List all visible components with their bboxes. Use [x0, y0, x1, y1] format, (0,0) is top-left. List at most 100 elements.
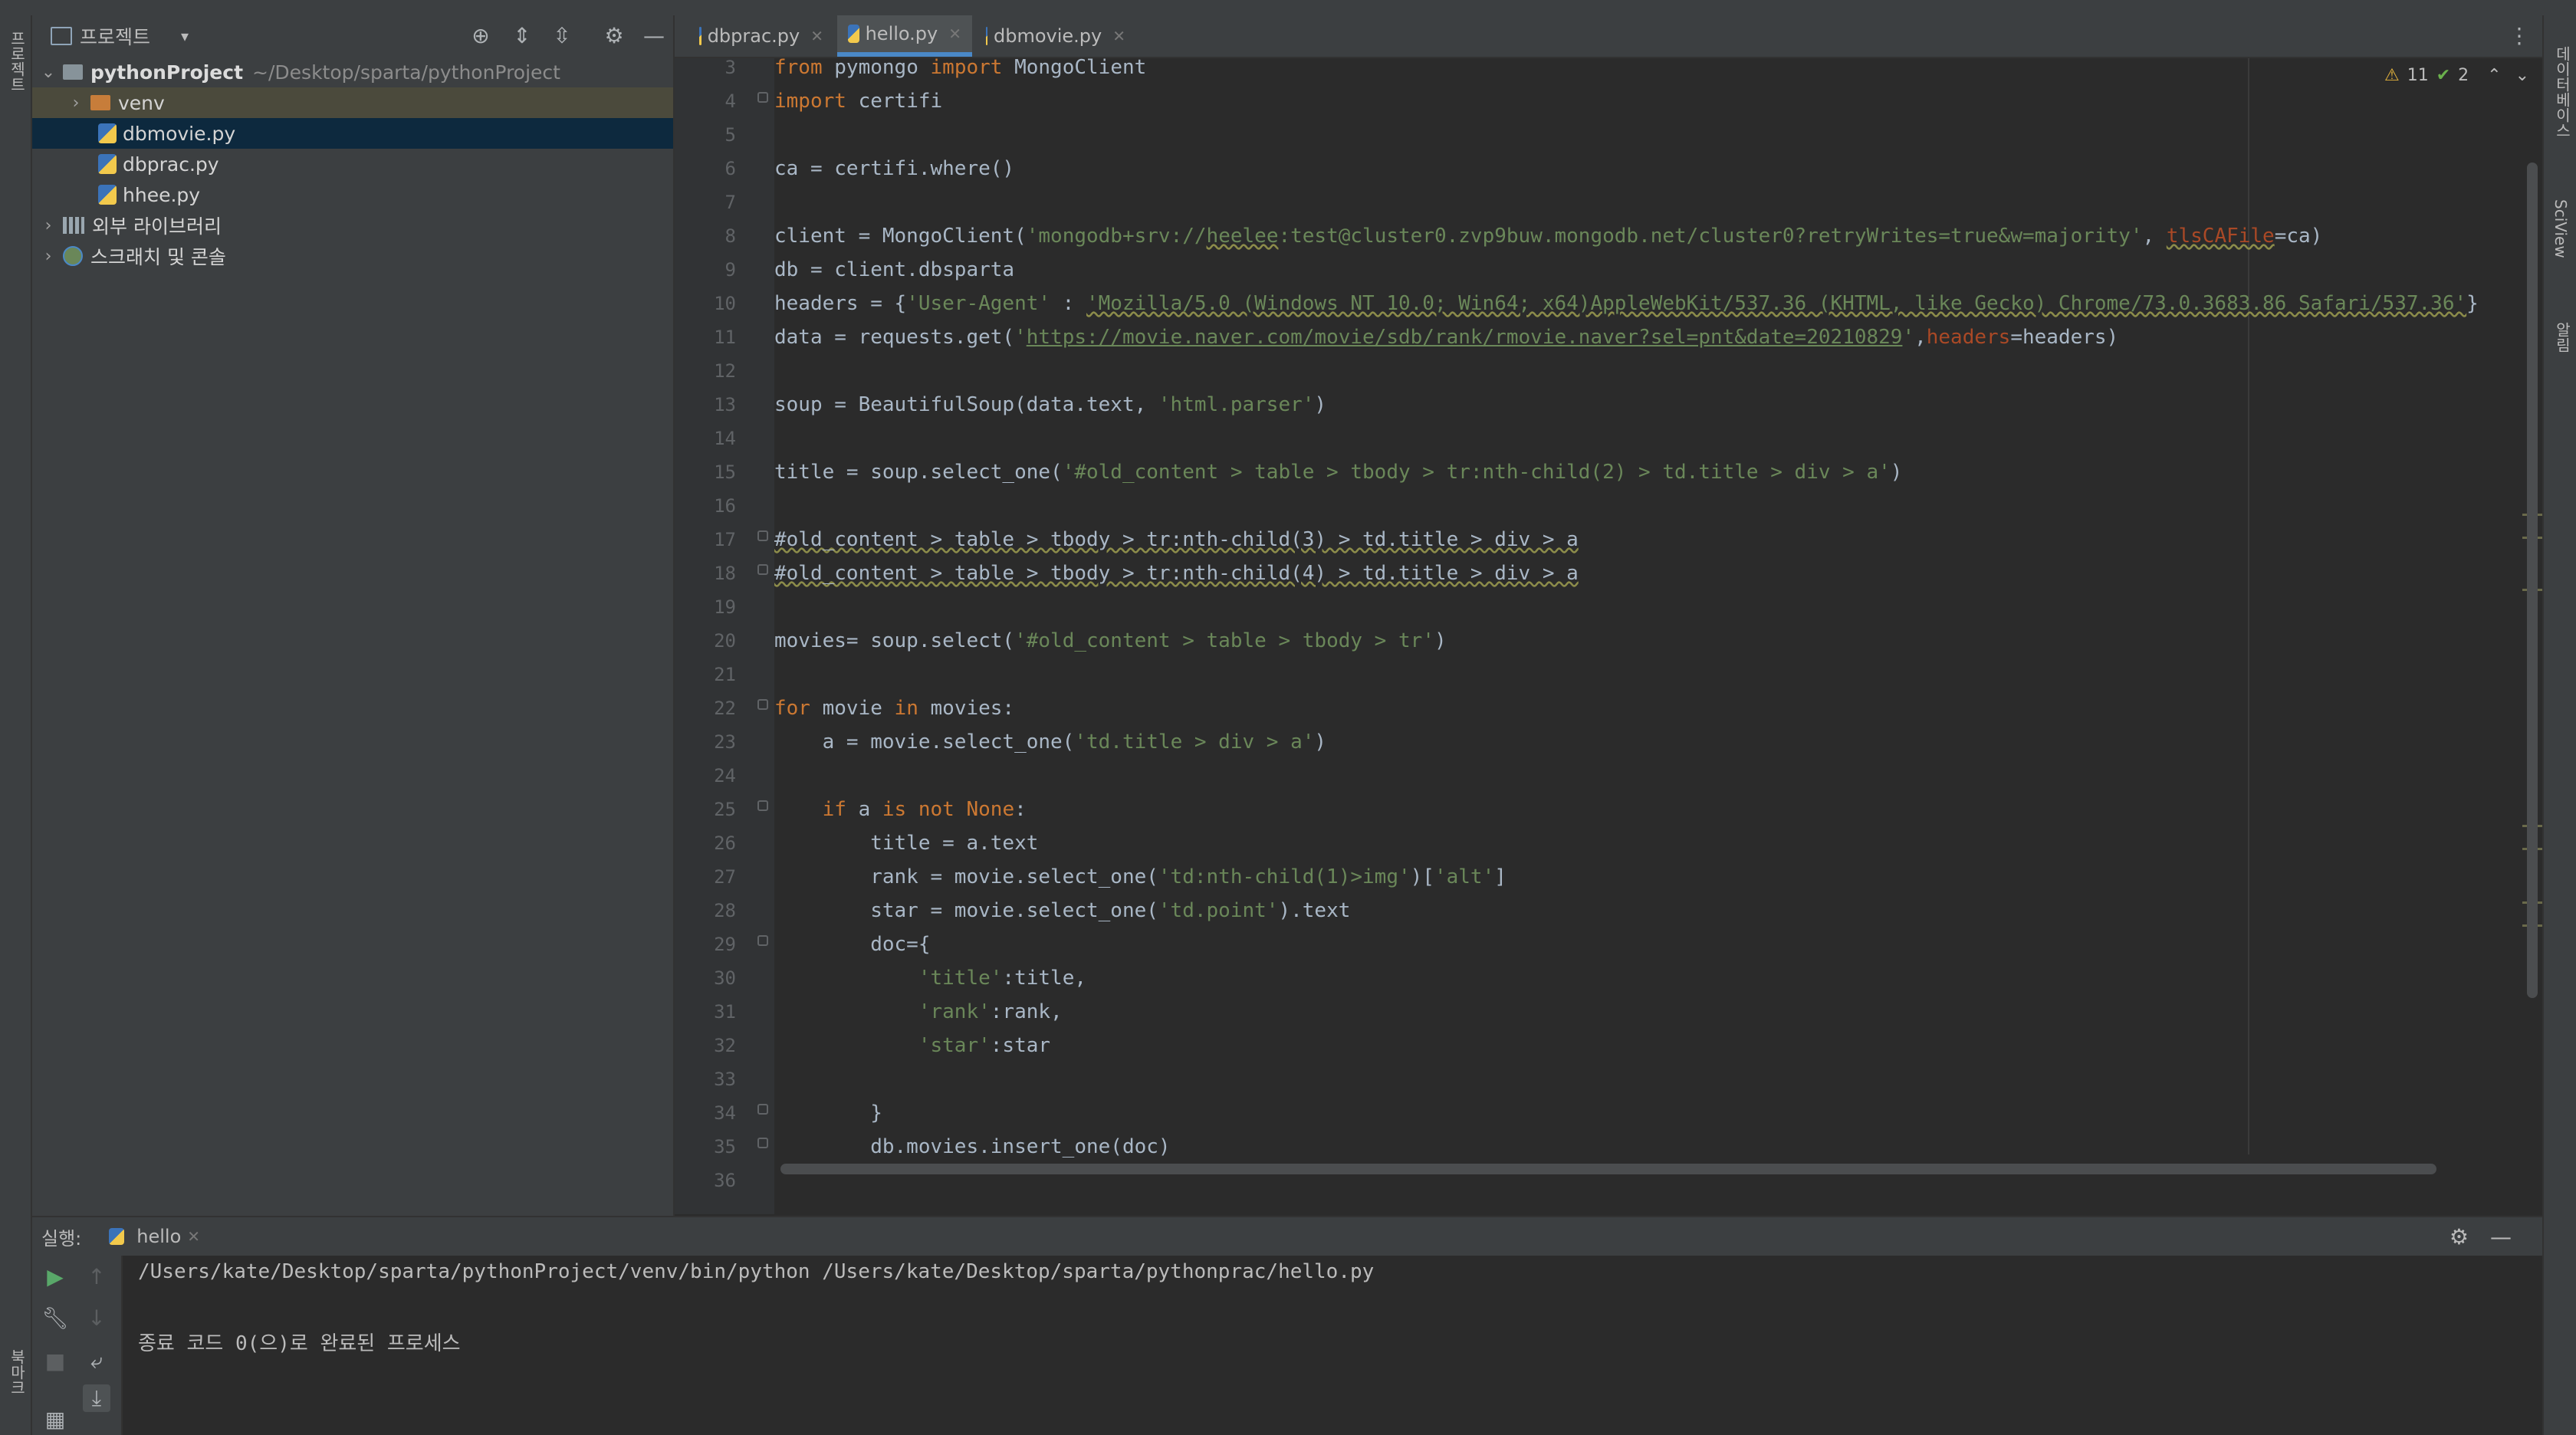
chevron-up-icon[interactable]: ⌃	[2487, 66, 2501, 85]
fold-marker[interactable]	[757, 564, 768, 575]
fold-marker[interactable]	[757, 800, 768, 811]
tree-item-dbmovie[interactable]: dbmovie.py	[32, 118, 673, 149]
chevron-right-icon: ›	[44, 215, 52, 235]
close-icon[interactable]: ✕	[1112, 27, 1125, 45]
hide-panel-icon[interactable]: —	[2490, 1224, 2512, 1249]
line-number: 14	[714, 428, 736, 449]
stop-icon[interactable]: ■	[41, 1348, 69, 1375]
python-file-icon	[986, 27, 987, 45]
run-tab-label: hello	[136, 1226, 182, 1247]
line-number: 32	[714, 1035, 736, 1056]
tab-label: hello.py	[865, 23, 938, 44]
code-line: import certifi	[774, 90, 943, 113]
code-line: ca = certifi.where()	[774, 157, 1015, 180]
code-line: for movie in movies:	[774, 697, 1015, 720]
folder-icon	[63, 64, 83, 80]
line-number: 5	[724, 124, 736, 146]
fold-marker[interactable]	[757, 530, 768, 541]
gear-icon[interactable]: ⚙	[601, 23, 627, 49]
python-file-icon	[98, 154, 117, 174]
breadcrumb-bar	[0, 0, 2576, 17]
project-tool-button[interactable]: 프로젝트	[6, 31, 28, 92]
line-number: 22	[714, 698, 736, 719]
run-toolbar: ▶ ↑ 🔧︎ ↓ ■ ⤶ ⤓ ▦	[32, 1256, 123, 1435]
run-panel-header: 실행: hello ✕ ⚙ —	[32, 1216, 2542, 1257]
layout-icon[interactable]: ▦	[41, 1406, 69, 1433]
project-view-selector[interactable]: 프로젝트 ▾	[51, 22, 189, 50]
tree-item-scratches[interactable]: › 스크래치 및 콘솔	[32, 241, 673, 271]
line-number: 24	[714, 765, 736, 786]
bookmarks-tool-button[interactable]: 북마크	[6, 1349, 28, 1395]
line-number: 19	[714, 596, 736, 618]
rerun-icon[interactable]: ▶	[41, 1263, 69, 1291]
wrench-icon[interactable]: 🔧︎	[41, 1305, 69, 1332]
line-number: 6	[724, 158, 736, 179]
tree-item-label: dbmovie.py	[123, 122, 236, 145]
notifications-tool-button[interactable]: 알림	[2551, 322, 2574, 353]
inspection-widget[interactable]: ⚠ 11 ✔ 2 ⌃ ⌄	[2384, 66, 2529, 85]
code-editor[interactable]: ⚠ 11 ✔ 2 ⌃ ⌄ from pymongo import MongoCl…	[675, 56, 2542, 1214]
code-line: rank = movie.select_one('td:nth-child(1)…	[774, 865, 1506, 888]
code-line: star = movie.select_one('td.point').text	[774, 899, 1351, 922]
sciview-tool-button[interactable]: SciView	[2551, 199, 2570, 258]
arrow-down-icon[interactable]: ↓	[83, 1305, 110, 1332]
database-tool-button[interactable]: 데이터베이스	[2551, 46, 2574, 138]
code-line: db.movies.insert_one(doc)	[774, 1135, 1171, 1158]
horizontal-scrollbar[interactable]	[780, 1164, 2436, 1174]
code-line: doc={	[774, 933, 931, 956]
tree-item-label: venv	[118, 91, 165, 114]
arrow-up-icon[interactable]: ↑	[83, 1263, 110, 1291]
fold-marker[interactable]	[757, 92, 768, 103]
tree-item-dbprac[interactable]: dbprac.py	[32, 149, 673, 179]
python-file-icon	[98, 185, 117, 205]
scroll-to-end-icon[interactable]: ⤓	[83, 1384, 110, 1412]
gear-icon[interactable]: ⚙	[2450, 1224, 2469, 1249]
chevron-right-icon: ›	[44, 246, 52, 266]
line-number: 34	[714, 1102, 736, 1124]
code-line: 'rank':rank,	[918, 1000, 1063, 1023]
line-number: 21	[714, 664, 736, 685]
hide-panel-icon[interactable]: —	[641, 23, 667, 49]
fold-marker[interactable]	[757, 699, 768, 710]
tree-item-external-libraries[interactable]: › 외부 라이브러리	[32, 210, 673, 241]
close-icon[interactable]: ✕	[948, 25, 961, 43]
fold-marker[interactable]	[757, 935, 768, 946]
left-tool-stripe: 프로젝트 북마크	[0, 15, 32, 1435]
console-output-line: 종료 코드 0(으)로 완료된 프로세스	[138, 1332, 461, 1355]
code-line: from pymongo import MongoClient	[774, 56, 1147, 79]
line-number: 9	[724, 259, 736, 281]
line-number: 15	[714, 461, 736, 483]
tree-root[interactable]: ⌄ pythonProject ~/Desktop/sparta/pythonP…	[32, 57, 673, 87]
scratch-icon	[63, 246, 83, 266]
right-tool-stripe: 데이터베이스 SciView 알림	[2542, 15, 2576, 1435]
soft-wrap-icon[interactable]: ⤶	[83, 1348, 110, 1375]
tree-item-venv[interactable]: › venv	[32, 87, 673, 118]
code-line: if a is not None:	[822, 798, 1027, 821]
close-icon[interactable]: ✕	[187, 1227, 200, 1246]
vertical-scrollbar[interactable]	[2527, 163, 2538, 998]
fold-marker[interactable]	[757, 1104, 768, 1115]
expand-all-icon[interactable]: ⇕	[509, 23, 535, 49]
tree-item-hhee[interactable]: hhee.py	[32, 179, 673, 210]
line-number: 23	[714, 731, 736, 753]
project-panel-title: 프로젝트	[80, 26, 151, 48]
python-file-icon	[98, 123, 117, 143]
run-tab-hello[interactable]: hello ✕	[109, 1226, 200, 1247]
more-options-icon[interactable]: ⋮	[2509, 23, 2530, 48]
tab-label: dbmovie.py	[994, 25, 1102, 47]
library-icon	[63, 217, 84, 234]
close-icon[interactable]: ✕	[810, 27, 823, 45]
tree-item-label: dbprac.py	[123, 153, 219, 176]
chevron-down-icon[interactable]: ⌄	[2515, 66, 2529, 85]
collapse-all-icon[interactable]: ⇳	[549, 23, 575, 49]
line-number: 35	[714, 1136, 736, 1158]
locate-file-icon[interactable]: ⊕	[468, 23, 494, 49]
line-number: 25	[714, 799, 736, 820]
chevron-right-icon: ›	[72, 93, 80, 113]
code-line: client = MongoClient('mongodb+srv://heel…	[774, 225, 2323, 248]
tree-item-label: 외부 라이브러리	[92, 215, 222, 238]
line-number: 27	[714, 866, 736, 888]
fold-marker[interactable]	[757, 1138, 768, 1148]
line-number: 12	[714, 360, 736, 382]
line-number: 20	[714, 630, 736, 652]
